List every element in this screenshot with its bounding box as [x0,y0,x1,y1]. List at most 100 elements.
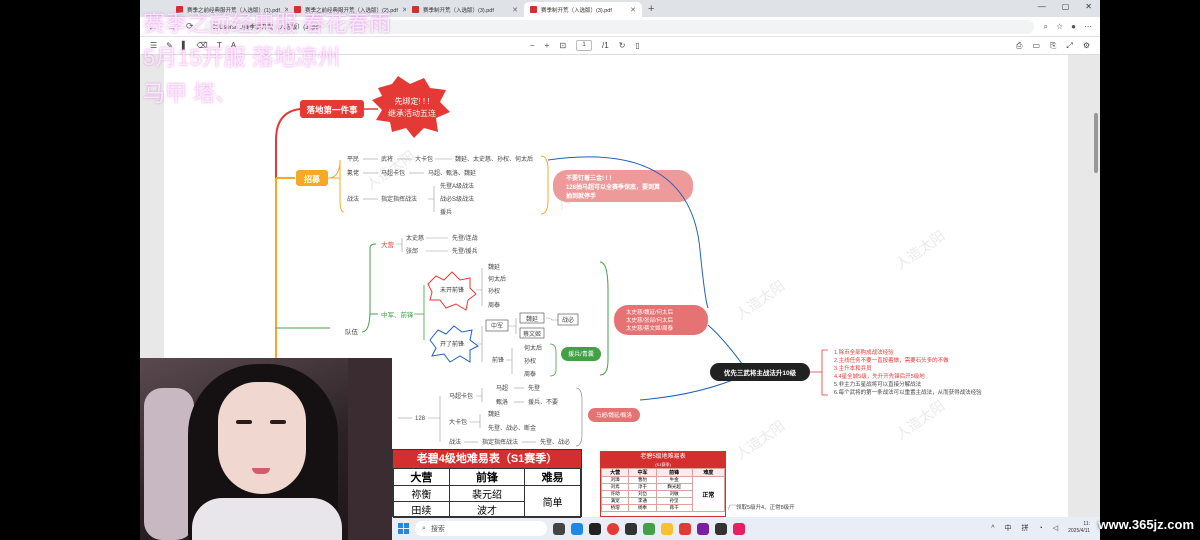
node-text: 马超卡包 [381,169,405,177]
priority-text: 优先三武将主战法升10级 [724,368,797,377]
watermark: 人造太阳 [733,417,788,462]
combo-text: 太史慈/蔡文姬/周泰 [626,324,674,332]
bracket [599,261,609,376]
branch-line [476,268,483,306]
node-text: 中军、前锋 [381,310,414,319]
table-cell: 许劭 [600,490,630,498]
table-header: 前锋 [448,468,526,486]
table-cell: 刘焉 [600,483,630,491]
table-cell: 牛金 [655,476,693,484]
table-cell: 裴元绍 [448,485,526,502]
stream-overlay-line1: 赛季之前经典服 春花春雨 [143,11,392,36]
table-cell: 波才 [448,501,526,518]
branch-line [361,243,378,333]
node-text: 战法 [347,195,359,203]
table-header: 大营 [393,468,450,486]
table-header: 大营 [600,468,630,477]
branch-line [476,326,483,362]
note-text: 抽到就停手 [566,192,596,200]
table-cell: 李通 [628,497,657,505]
node-text: 马超卡包 [449,392,473,400]
node-text: 队伍 [345,327,359,336]
chair-shape [144,388,194,540]
node-text: 马超 [496,384,508,392]
branch-line [506,348,513,374]
watermark: 人造太阳 [893,227,948,272]
node-text: 先登/援兵 [452,247,478,255]
branch-line [428,186,435,212]
watermark: 人造太阳 [893,397,948,442]
branch-line [428,396,441,442]
node-text: 先登/连战 [452,234,478,242]
node-text: 先登 [528,384,540,392]
node-text: 周泰 [524,370,536,378]
watermark: 人造太阳 [733,277,788,322]
tip-text: 6.每个武将的第一条战法可以重置主战法，从而获得战法经验 [834,388,982,396]
table-header: 难易 [524,468,581,486]
node-text: 魏延 [526,315,538,323]
stream-overlay-line3: 马甲 塔、 [143,81,238,106]
node-text: 氪佬 [347,169,359,177]
eye-shape [236,420,252,424]
node-text: 武将 [381,155,393,163]
table-cell: 简单 [524,485,581,518]
note-text: 不要钉着三金! ! ! [566,174,611,182]
combo-text: 太史慈/魏延/何太后 [626,308,674,316]
node-text: 先登、战必 [540,438,570,446]
node-text: 战法 [449,438,461,446]
table-header: 前锋 [655,468,693,477]
table-cell: 满宠 [600,497,630,505]
branch-line [396,238,403,252]
node-text: 先登、战必、断金 [488,424,536,432]
node-text: 开了前锋 [440,340,464,348]
table-cell: 杨奉 [628,504,657,512]
combo-text: 太史慈/张郃/何太后 [626,316,674,324]
node-text: 指定指挥战法 [381,195,417,203]
node-text: 魏延 [488,263,500,271]
node-text: 大营 [381,240,395,249]
watermark: 人造太阳 [363,147,418,192]
body-shape [192,498,342,540]
burst-text: 先绑定! ! ! [394,96,429,106]
bracket [549,343,557,377]
branch-line [414,285,425,340]
node-text: 魏延 [488,410,500,418]
branch-line [810,349,828,396]
branch-line [476,388,483,402]
branch-line [727,504,736,511]
node-text: 援兵、不要 [528,398,558,406]
node-text: 战必 [562,316,574,324]
bracket [540,155,549,215]
bracket [575,387,583,447]
node-text: 周泰 [488,301,500,309]
branch-line [508,318,517,334]
table-header: 中军 [628,468,657,477]
node-text: 何太后 [488,275,506,283]
node-text: 张郃 [406,247,418,255]
table-cell: 蒋干 [655,504,693,512]
table-cell: 淳于 [628,483,657,491]
table-row: 祢衡 裴元绍 简单 [393,485,581,518]
burst-text: 继承活动五连 [388,108,436,118]
table-cell: 祢衡 [393,485,450,502]
node-text: 领取5级升4、正常8级开 [736,503,795,511]
eye-shape [270,420,286,424]
difficulty-table-5: 老碧5级地难易表 (S1赛季) 大营 中军 前锋 难度 刘璋 曹豹 牛金 正常 … [600,451,726,517]
node-text: 援兵 [440,208,452,216]
table-row: 刘璋 曹豹 牛金 正常 [600,476,726,512]
node-text: 魏延、太史慈、孙权、何太后 [455,155,533,163]
webcam-overlay [140,358,392,540]
table-header: 难度 [691,468,726,477]
stream-overlay-line2: 5月15开服 落地凉州 [143,45,340,70]
burst-shape [372,76,450,138]
combo-text: 马超/魏延/甄洛 [596,411,633,419]
node-text: 马超、甄洛、魏延 [428,169,476,177]
node-text: 援兵/青囊 [568,350,594,358]
table-title: 老碧4级地难易表（S1赛季） [393,450,581,468]
tip-text: 4.4星全城5级，先升开先锋后开5级地 [834,372,925,380]
node-text: 128 [415,416,426,422]
node-text: 指定指挥战法 [482,438,518,446]
node-text: 前锋 [492,356,504,364]
branch-line [545,317,558,321]
recruit-label: 招募 [304,174,321,184]
